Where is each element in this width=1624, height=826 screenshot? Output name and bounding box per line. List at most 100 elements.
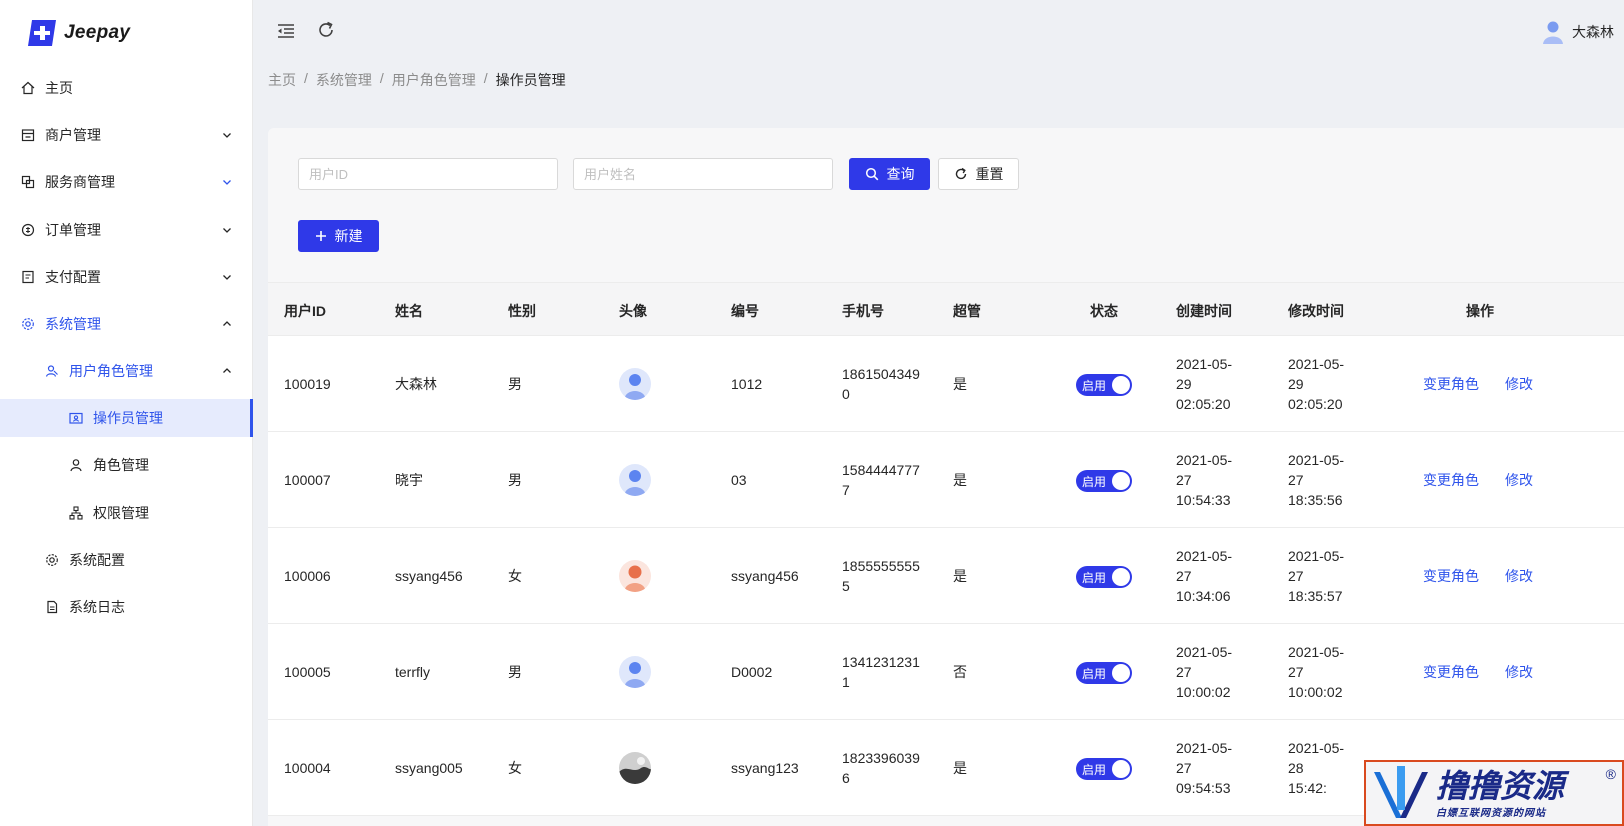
change-role-link[interactable]: 变更角色 [1423,470,1479,490]
pay-config-icon [20,269,36,285]
cell-gender: 女 [508,760,522,776]
refresh-icon[interactable] [315,19,337,41]
new-button[interactable]: 新建 [298,220,379,252]
sidebar-item-system-config[interactable]: 系统配置 [0,541,253,579]
cell-super: 否 [953,664,967,680]
sidebar-item-label: 系统日志 [69,599,125,615]
search-icon [865,167,878,181]
photo-avatar [619,752,651,784]
table-row: 100019 大森林 男 1012 18615043490 是 启用 2021-… [268,336,1624,432]
sidebar-item-home[interactable]: 主页 [0,69,253,107]
day-part: 27 [1288,568,1304,584]
user-name-input[interactable] [573,158,833,190]
sidebar-item-label: 服务商管理 [45,174,115,190]
breadcrumb-separator: / [304,70,308,86]
day-part: 27 [1288,472,1304,488]
sidebar-item-order[interactable]: 订单管理 [0,211,253,249]
cell-phone: 18233960396 [842,750,920,786]
watermark-text: 撸撸资源 白嫖互联网资源的网站 [1436,768,1564,819]
time-part: 02:05:20 [1288,396,1343,412]
cell-code: ssyang123 [731,760,799,776]
column-header: 超管 [953,303,981,319]
sidebar-item-label: 系统配置 [69,552,125,568]
sidebar-item-pay-config[interactable]: 支付配置 [0,258,253,296]
sidebar-item-user-role[interactable]: 用户角色管理 [0,352,253,390]
reset-button[interactable]: 重置 [938,158,1019,190]
status-switch[interactable]: 启用 [1076,758,1132,780]
cell-phone: 18555555555 [842,558,920,594]
sidebar-item-system[interactable]: 系统管理 [0,305,253,343]
top-bar: 大森林 [253,0,1624,62]
contacts-icon [68,410,84,426]
breadcrumb-item[interactable]: 用户角色管理 [392,70,476,90]
team-icon [44,363,60,379]
order-icon [20,222,36,238]
user-menu[interactable]: 大森林 [1542,20,1614,44]
time-part: 10:00:02 [1288,684,1343,700]
table-row: 100007 晓宇 男 03 15844447777 是 启用 2021-05-… [268,432,1624,528]
breadcrumb-item[interactable]: 主页 [268,70,296,90]
watermark-title: 撸撸资源 [1436,766,1565,805]
sidebar-item-label: 支付配置 [45,269,101,285]
cell-modified-time: 2021-05- 29 02:05:20 [1288,354,1372,414]
menu-fold-icon[interactable] [275,20,297,42]
user-id-input[interactable] [298,158,558,190]
sidebar-item-label: 用户角色管理 [69,363,153,379]
cell-super: 是 [953,472,967,488]
watermark-subtitle: 白嫖互联网资源的网站 [1436,807,1546,819]
edit-link[interactable]: 修改 [1505,566,1533,586]
logo-text: Jeepay [64,22,131,43]
status-switch[interactable]: 启用 [1076,470,1132,492]
status-switch[interactable]: 启用 [1076,566,1132,588]
sidebar-item-operator[interactable]: 操作员管理 [0,399,253,437]
edit-link[interactable]: 修改 [1505,374,1533,394]
chevron-down-icon [223,275,231,280]
query-button[interactable]: 查询 [849,158,930,190]
cell-created-time: 2021-05- 27 10:00:02 [1176,642,1260,702]
file-icon [44,599,60,615]
sidebar-item-label: 商户管理 [45,127,101,143]
cell-name: 大森林 [395,376,437,392]
cell-user-id: 100004 [284,760,331,776]
cell-super: 是 [953,376,967,392]
sidebar-item-role[interactable]: 角色管理 [0,446,253,484]
status-switch[interactable]: 启用 [1076,662,1132,684]
cell-gender: 男 [508,472,522,488]
cell-code: D0002 [731,664,773,680]
user-name: 大森林 [1572,24,1614,40]
time-part: 02:05:20 [1176,396,1231,412]
block-icon [20,174,36,190]
status-switch[interactable]: 启用 [1076,374,1132,396]
table-row: 100006 ssyang456 女 ssyang456 18555555555… [268,528,1624,624]
breadcrumb-item[interactable]: 系统管理 [316,70,372,90]
sidebar-item-permission[interactable]: 权限管理 [0,494,253,532]
male-avatar [619,368,651,400]
switch-label: 启用 [1082,762,1107,777]
change-role-link[interactable]: 变更角色 [1423,662,1479,682]
male-avatar [619,656,651,688]
cell-modified-time: 2021-05- 28 15:42: [1288,738,1372,798]
reload-icon [955,167,966,180]
logo[interactable]: Jeepay [26,18,130,48]
switch-knob [1112,472,1130,490]
breadcrumb-separator: / [379,70,384,86]
sidebar-item-service-provider[interactable]: 服务商管理 [0,163,253,201]
reset-button-label: 重置 [975,166,1004,182]
column-header: 修改时间 [1288,303,1344,319]
sidebar-item-merchant[interactable]: 商户管理 [0,116,253,154]
sidebar: Jeepay 主页 商户管理 服务商管理 订单管理 支付配置 系统管理 用户角色… [0,0,253,826]
plus-icon [315,231,326,241]
cluster-icon [68,505,84,521]
switch-label: 启用 [1082,570,1107,585]
sidebar-item-system-log[interactable]: 系统日志 [0,588,253,626]
sidebar-item-label: 操作员管理 [93,410,163,426]
date-part: 2021-05- [1176,548,1233,564]
edit-link[interactable]: 修改 [1505,470,1533,490]
edit-link[interactable]: 修改 [1505,662,1533,682]
chevron-up-icon [223,321,231,326]
day-part: 29 [1176,376,1192,392]
switch-knob [1112,376,1130,394]
change-role-link[interactable]: 变更角色 [1423,374,1479,394]
date-part: 2021-05- [1176,356,1233,372]
change-role-link[interactable]: 变更角色 [1423,566,1479,586]
